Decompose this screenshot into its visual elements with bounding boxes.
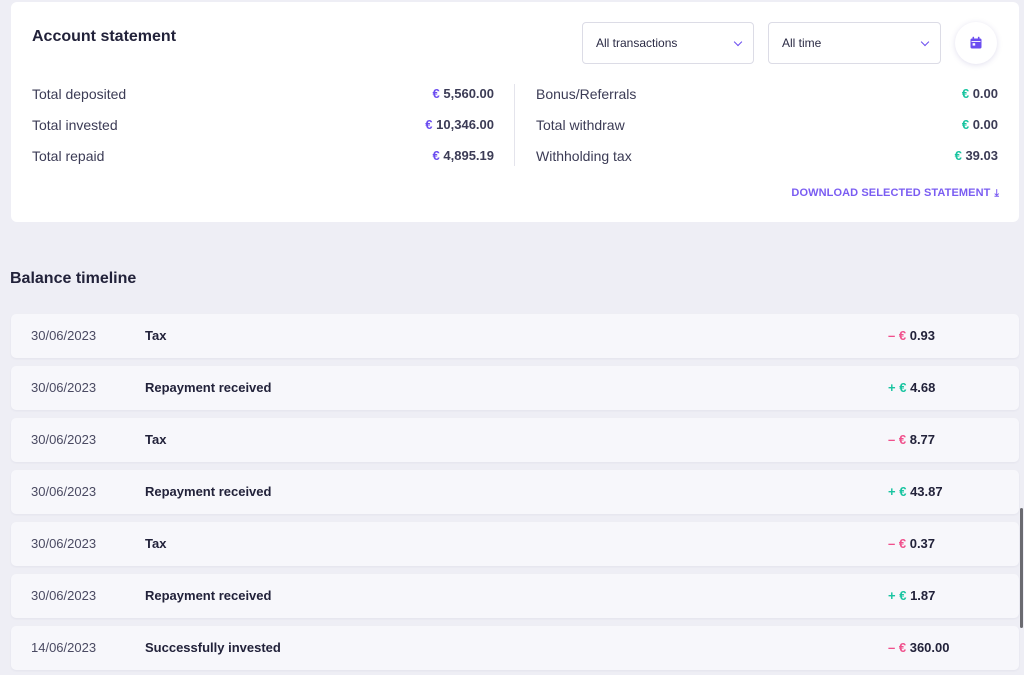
time-filter-value: All time [782,36,822,50]
row-description: Tax [145,328,167,343]
row-amount: – € 8.77 [888,432,936,447]
stat-label: Total withdraw [536,117,625,133]
row-date: 30/06/2023 [31,432,97,447]
row-date: 30/06/2023 [31,484,97,499]
row-date: 30/06/2023 [31,380,97,395]
timeline-row[interactable]: 30/06/2023 Repayment received + € 43.87 [11,470,1019,514]
stat-value: € 0.00 [961,117,998,132]
row-description: Repayment received [145,380,272,395]
chevron-down-icon [920,37,930,46]
stat-value: € 4,895.19 [432,148,494,163]
balance-timeline-title: Balance timeline [10,270,137,287]
row-amount: + € 1.87 [888,588,936,603]
row-description: Repayment received [145,588,272,603]
row-amount: – € 0.37 [888,536,936,551]
stat-label: Total repaid [32,148,105,164]
stat-value: € 0.00 [961,86,998,101]
row-date: 30/06/2023 [31,328,97,343]
timeline-row[interactable]: 30/06/2023 Repayment received + € 4.68 [11,366,1019,410]
stats-divider [514,84,515,166]
stat-label: Total deposited [32,86,127,102]
time-filter-select[interactable]: All time [768,22,941,64]
page: Account statement All transactions All t… [0,0,1024,675]
calendar-button[interactable] [955,22,997,64]
transactions-filter-select[interactable]: All transactions [582,22,754,64]
timeline-row[interactable]: 30/06/2023 Tax – € 8.77 [11,418,1019,462]
transactions-filter-value: All transactions [596,36,678,50]
download-label: DOWNLOAD SELECTED STATEMENT [791,187,991,199]
timeline-row[interactable]: 30/06/2023 Tax – € 0.93 [11,314,1019,358]
row-amount: + € 4.68 [888,380,936,395]
row-date: 14/06/2023 [31,640,97,655]
download-statement-link[interactable]: DOWNLOAD SELECTED STATEMENT ⤓ [791,187,999,199]
row-amount: – € 0.93 [888,328,936,343]
download-icon: ⤓ [994,188,999,199]
row-description: Tax [145,432,167,447]
chevron-down-icon [733,37,743,46]
row-description: Successfully invested [145,640,281,655]
account-statement-card: Account statement All transactions All t… [11,2,1019,222]
stat-value: € 39.03 [954,148,998,163]
timeline-row[interactable]: 30/06/2023 Repayment received + € 1.87 [11,574,1019,618]
calendar-icon [970,36,982,49]
row-date: 30/06/2023 [31,536,97,551]
row-description: Repayment received [145,484,272,499]
row-amount: – € 360.00 [888,640,950,655]
row-description: Tax [145,536,167,551]
stat-label: Bonus/Referrals [536,86,637,102]
row-amount: + € 43.87 [888,484,943,499]
row-date: 30/06/2023 [31,588,97,603]
timeline-row[interactable]: 14/06/2023 Successfully invested – € 360… [11,626,1019,670]
stat-value: € 10,346.00 [425,117,494,132]
stat-value: € 5,560.00 [432,86,494,101]
stat-label: Withholding tax [536,148,632,164]
statement-title: Account statement [32,28,177,45]
timeline-row[interactable]: 30/06/2023 Tax – € 0.37 [11,522,1019,566]
stat-label: Total invested [32,117,118,133]
scrollbar-thumb[interactable] [1020,508,1023,628]
